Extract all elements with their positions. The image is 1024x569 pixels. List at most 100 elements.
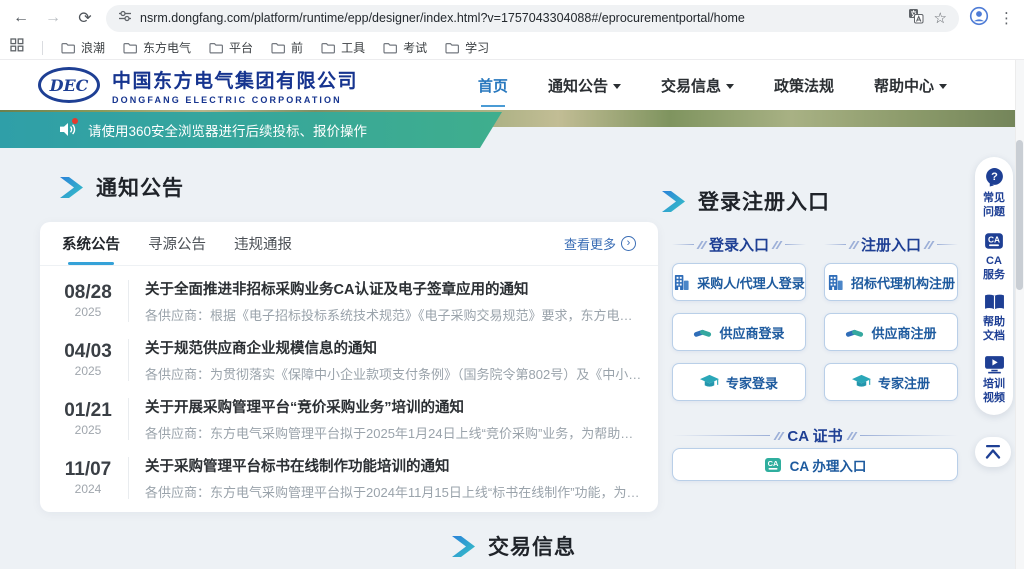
bookmark-star-icon[interactable]: ☆ [934, 9, 947, 27]
site-header: DEC 中国东方电气集团有限公司 DONGFANG ELECTRIC CORPO… [0, 60, 1015, 110]
bookmarks-bar: 浪潮 东方电气 平台 前 工具 考试 学习 [0, 36, 1024, 60]
handshake-icon [845, 324, 864, 340]
tab-sourcing-announcements[interactable]: 寻源公告 [148, 222, 206, 265]
back-to-top-button[interactable] [975, 437, 1011, 467]
building-icon [673, 274, 690, 291]
supplier-register-button[interactable]: 供应商注册 [824, 313, 958, 351]
ca-service-shortcut[interactable]: CA CA服务 [983, 231, 1005, 283]
dec-logo[interactable]: DEC [38, 67, 100, 103]
video-icon [984, 355, 1005, 374]
notice-banner: 请使用360安全浏览器进行后续投标、报价操作 [0, 112, 502, 148]
bookmark-folder[interactable]: 工具 [321, 39, 365, 56]
bookmark-label: 东方电气 [143, 39, 191, 56]
translate-icon[interactable] [908, 8, 924, 29]
bookmark-label: 浪潮 [81, 39, 105, 56]
announcement-row[interactable]: 08/28 2025 关于全面推进非招标采购业务CA认证及电子签章应用的通知 各… [56, 271, 642, 330]
nav-policies[interactable]: 政策法规 [774, 75, 834, 96]
purchaser-agent-login-button[interactable]: 采购人/代理人登录 [672, 263, 806, 301]
dec-logo-text: DEC [50, 76, 89, 95]
divider [42, 41, 43, 55]
company-name-block: 中国东方电气集团有限公司 DONGFANG ELECTRIC CORPORATI… [112, 66, 358, 105]
handshake-icon [693, 324, 712, 340]
floating-sidebar: ? 常见问题 CA CA服务 帮助文档 培训视频 [975, 157, 1013, 415]
profile-icon[interactable] [969, 6, 989, 31]
tab-violation-reports[interactable]: 违规通报 [234, 222, 292, 265]
announcement-row[interactable]: 11/07 2024 关于采购管理平台标书在线制作功能培训的通知 各供应商：东方… [56, 448, 642, 507]
register-header: 注册入口 [824, 234, 958, 255]
supplier-login-button[interactable]: 供应商登录 [672, 313, 806, 351]
graduation-cap-icon [700, 374, 719, 390]
nav-home[interactable]: 首页 [478, 75, 508, 96]
ca-badge-icon: CA [984, 231, 1004, 251]
browser-menu-icon[interactable]: ⋮ [999, 9, 1014, 27]
section-arrow-icon [662, 191, 685, 212]
section-arrow-icon [60, 177, 83, 198]
notification-dot [72, 118, 78, 124]
company-name-en: DONGFANG ELECTRIC CORPORATION [112, 95, 358, 105]
scrollbar-thumb[interactable] [1016, 140, 1023, 290]
bidding-agency-register-button[interactable]: 招标代理机构注册 [824, 263, 958, 301]
view-more-link[interactable]: 查看更多 › [564, 234, 636, 253]
announcements-tabs: 系统公告 寻源公告 违规通报 查看更多 › [40, 222, 658, 266]
faq-shortcut[interactable]: ? 常见问题 [983, 167, 1005, 220]
building-icon [827, 274, 844, 291]
divider [128, 339, 129, 381]
bookmark-folder[interactable]: 学习 [445, 39, 489, 56]
url-text[interactable]: nsrm.dongfang.com/platform/runtime/epp/d… [140, 11, 900, 25]
expert-register-button[interactable]: 专家注册 [824, 363, 958, 401]
bookmark-folder[interactable]: 浪潮 [61, 39, 105, 56]
notice-text: 请使用360安全浏览器进行后续投标、报价操作 [88, 120, 367, 140]
question-bubble-icon: ? [984, 167, 1005, 188]
to-top-icon [984, 444, 1002, 460]
reload-icon[interactable]: ⟳ [74, 8, 96, 28]
browser-toolbar: ← → ⟳ nsrm.dongfang.com/platform/runtime… [0, 0, 1024, 36]
expert-login-button[interactable]: 专家登录 [672, 363, 806, 401]
announcement-title[interactable]: 关于采购管理平台标书在线制作功能培训的通知 [145, 455, 642, 476]
help-docs-shortcut[interactable]: 帮助文档 [983, 293, 1005, 344]
section-title: 交易信息 [488, 531, 576, 561]
ca-apply-button[interactable]: CA CA 办理入口 [672, 448, 958, 481]
announcement-title[interactable]: 关于全面推进非招标采购业务CA认证及电子签章应用的通知 [145, 278, 642, 299]
bookmark-folder[interactable]: 前 [271, 39, 303, 56]
divider [128, 280, 129, 322]
section-title: 登录注册入口 [698, 186, 830, 216]
nav-trade-info[interactable]: 交易信息 [661, 75, 734, 96]
company-name-cn: 中国东方电气集团有限公司 [112, 66, 358, 93]
nav-announcements[interactable]: 通知公告 [548, 75, 621, 96]
trade-section-header: 交易信息 [452, 531, 576, 561]
apps-grid-icon[interactable] [10, 38, 24, 57]
bookmark-folder[interactable]: 考试 [383, 39, 427, 56]
announcement-title[interactable]: 关于开展采购管理平台“竞价采购业务”培训的通知 [145, 396, 642, 417]
announcement-row[interactable]: 01/21 2025 关于开展采购管理平台“竞价采购业务”培训的通知 各供应商：… [56, 389, 642, 448]
divider [128, 398, 129, 440]
speaker-icon [60, 122, 78, 138]
divider [128, 457, 129, 499]
section-arrow-icon [452, 536, 475, 557]
scrollbar-track[interactable] [1015, 60, 1024, 569]
graduation-cap-icon [852, 374, 871, 390]
bookmark-label: 平台 [229, 39, 253, 56]
chevron-down-icon [939, 84, 947, 89]
login-header: 登录入口 [672, 234, 806, 255]
training-videos-shortcut[interactable]: 培训视频 [983, 355, 1005, 406]
announcement-desc: 各供应商：根据《电子招标投标系统技术规范》《电子采购交易规范》要求，东方电气采购… [145, 305, 642, 324]
bookmark-folder[interactable]: 平台 [209, 39, 253, 56]
back-icon[interactable]: ← [10, 9, 32, 27]
announcement-row[interactable]: 04/03 2025 关于规范供应商企业规模信息的通知 各供应商：为贯彻落实《保… [56, 330, 642, 389]
tab-system-announcements[interactable]: 系统公告 [62, 222, 120, 265]
forward-icon[interactable]: → [42, 9, 64, 27]
section-title: 通知公告 [96, 172, 184, 202]
bookmark-label: 前 [291, 39, 303, 56]
announcement-date: 04/03 2025 [56, 341, 120, 378]
announcements-section-header: 通知公告 [60, 172, 184, 202]
url-bar[interactable]: nsrm.dongfang.com/platform/runtime/epp/d… [106, 5, 959, 32]
announcement-title[interactable]: 关于规范供应商企业规模信息的通知 [145, 337, 642, 358]
ca-section-header: CA 证书 [672, 425, 958, 446]
chevron-down-icon [613, 84, 621, 89]
entry-subheaders: 登录入口 注册入口 [672, 234, 958, 255]
nav-help-center[interactable]: 帮助中心 [874, 75, 947, 96]
browser-window: ← → ⟳ nsrm.dongfang.com/platform/runtime… [0, 0, 1024, 569]
book-icon [984, 293, 1005, 312]
site-settings-icon[interactable] [118, 9, 132, 28]
bookmark-folder[interactable]: 东方电气 [123, 39, 191, 56]
